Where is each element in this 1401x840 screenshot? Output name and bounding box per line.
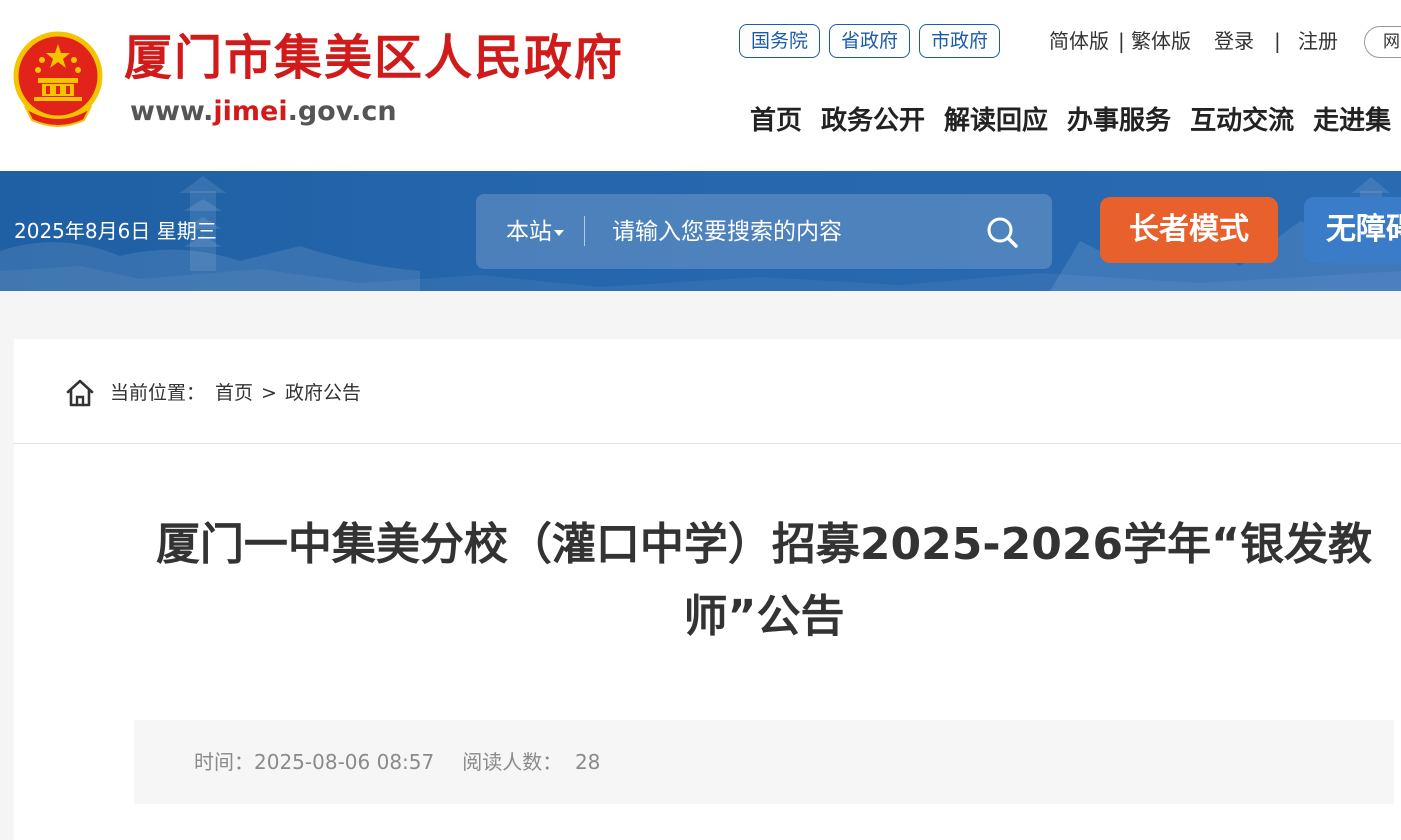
current-date: 2025年8月6日 星期三 xyxy=(14,219,217,243)
breadcrumb-home[interactable]: 首页 xyxy=(215,373,253,413)
article-card: 当前位置： 首页 > 政府公告 厦门一中集美分校（灌口中学）招募2025-202… xyxy=(14,339,1401,840)
breadcrumb-divider xyxy=(14,443,1401,444)
search-icon[interactable] xyxy=(984,214,1020,250)
breadcrumb-separator: > xyxy=(261,382,277,404)
accessibility-button[interactable]: 无障碍 xyxy=(1304,197,1401,263)
nav-item-interaction[interactable]: 互动交流 xyxy=(1190,104,1294,138)
site-url: www.jimei.gov.cn xyxy=(130,98,397,125)
breadcrumb-current[interactable]: 政府公告 xyxy=(285,373,361,413)
state-council-link[interactable]: 国务院 xyxy=(739,24,821,58)
auth-separator: | xyxy=(1274,29,1281,53)
chevron-down-icon xyxy=(554,229,564,236)
publish-time: 2025-08-06 08:57 xyxy=(254,750,435,774)
search-scope-select[interactable]: 本站 xyxy=(506,217,564,247)
national-emblem-icon xyxy=(13,31,103,127)
view-count-label: 阅读人数： xyxy=(462,750,563,774)
traditional-chinese-link[interactable]: 繁体版 xyxy=(1131,28,1191,54)
nav-item-interpretation[interactable]: 解读回应 xyxy=(944,104,1048,138)
lang-separator: | xyxy=(1118,29,1125,53)
province-gov-link[interactable]: 省政府 xyxy=(829,24,911,58)
search-input[interactable] xyxy=(612,214,972,250)
login-link[interactable]: 登录 xyxy=(1214,28,1254,54)
article-title: 厦门一中集美分校（灌口中学）招募2025-2026学年“银发教师”公告 xyxy=(155,519,1373,642)
view-count: 28 xyxy=(574,750,601,774)
banner: 2025年8月6日 星期三 本站 长者模式 无障碍 xyxy=(0,171,1401,291)
main-nav: 首页 政务公开 解读回应 办事服务 互动交流 走进集 xyxy=(750,104,1391,138)
register-link[interactable]: 注册 xyxy=(1298,28,1338,54)
simplified-chinese-link[interactable]: 简体版 xyxy=(1049,28,1109,54)
city-gov-link[interactable]: 市政府 xyxy=(919,24,1001,58)
search-divider xyxy=(584,216,585,246)
site-url-suffix: .gov.cn xyxy=(287,96,397,127)
nav-item-about-jimei[interactable]: 走进集 xyxy=(1313,104,1391,138)
breadcrumb-label: 当前位置： xyxy=(110,382,206,404)
elder-mode-button[interactable]: 长者模式 xyxy=(1100,197,1278,263)
search-scope-label: 本站 xyxy=(506,219,552,245)
site-url-highlight: jimei xyxy=(213,96,288,127)
web-button[interactable]: 网 xyxy=(1364,26,1401,58)
article-meta: 时间：2025-08-06 08:57 阅读人数： 28 xyxy=(134,720,1394,804)
site-url-prefix: www. xyxy=(130,96,214,127)
nav-item-services[interactable]: 办事服务 xyxy=(1067,104,1171,138)
gov-links: 国务院 省政府 市政府 xyxy=(739,24,1001,58)
article-meta-text: 时间：2025-08-06 08:57 阅读人数： 28 xyxy=(194,749,600,775)
search-box: 本站 xyxy=(476,194,1052,269)
home-icon xyxy=(66,379,94,407)
nav-item-gov-affairs[interactable]: 政务公开 xyxy=(821,104,925,138)
publish-time-label: 时间： xyxy=(194,750,254,774)
breadcrumb: 当前位置： 首页 > 政府公告 xyxy=(64,373,361,413)
site-header: 厦门市集美区人民政府 www.jimei.gov.cn 国务院 省政府 市政府 … xyxy=(0,0,1401,171)
nav-item-home[interactable]: 首页 xyxy=(750,104,802,138)
site-title: 厦门市集美区人民政府 xyxy=(124,30,625,86)
